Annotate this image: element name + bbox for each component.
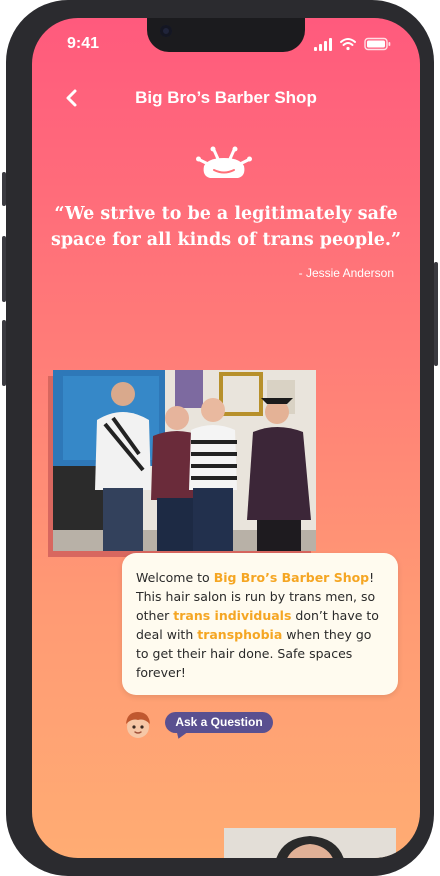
next-photo <box>224 828 396 858</box>
shop-name-highlight: Big Bro’s Barber Shop <box>213 570 370 585</box>
battery-icon <box>364 37 391 51</box>
camera-icon <box>160 25 172 37</box>
nav-header: Big Bro’s Barber Shop <box>32 84 420 114</box>
message-text-segment: Welcome to <box>136 570 214 585</box>
ask-question-button[interactable]: Ask a Question <box>165 712 273 733</box>
quote-text: “We strive to be a legitimately safe spa… <box>50 204 402 250</box>
quote-author: - Jessie Anderson <box>298 266 394 280</box>
screen: 9:41 Big Bro’s Barber Shop “We strive to… <box>32 18 420 858</box>
power-button <box>434 262 438 366</box>
status-icons <box>314 37 391 51</box>
shop-logo-icon <box>196 146 252 178</box>
info-message-text: Welcome to Big Bro’s Barber Shop! This h… <box>122 553 398 682</box>
page-title: Big Bro’s Barber Shop <box>135 88 317 107</box>
volume-down-button <box>2 320 6 386</box>
info-message-bubble: Welcome to Big Bro’s Barber Shop! This h… <box>122 553 398 695</box>
notch <box>147 18 305 52</box>
term-highlight-transphobia: transphobia <box>197 627 283 642</box>
volume-up-button <box>2 236 6 302</box>
wifi-icon <box>340 38 356 51</box>
phone-frame: 9:41 Big Bro’s Barber Shop “We strive to… <box>2 0 438 876</box>
mute-switch <box>2 172 6 206</box>
term-highlight-trans-individuals: trans individuals <box>173 608 292 623</box>
group-photo <box>53 370 316 551</box>
status-time: 9:41 <box>67 35 100 52</box>
signal-icon <box>314 38 332 51</box>
guide-avatar-icon <box>126 712 150 738</box>
